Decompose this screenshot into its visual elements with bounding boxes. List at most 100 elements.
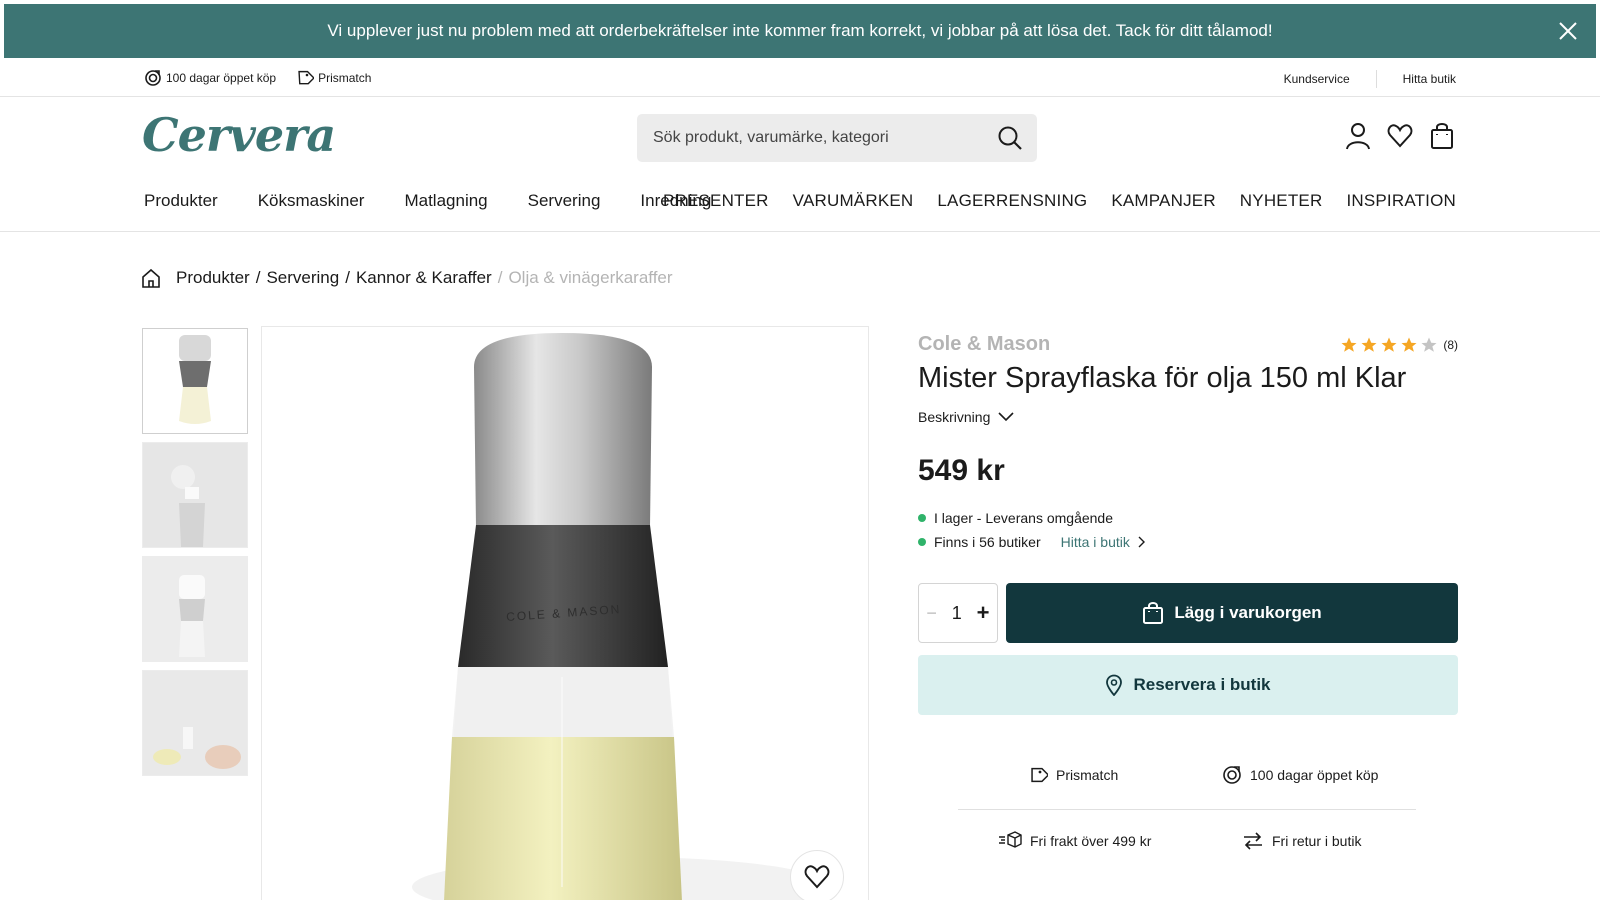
quantity-stepper[interactable]: − 1 + [918,583,998,643]
store-availability: Finns i 56 butiker [934,534,1041,550]
add-to-cart-label: Lägg i varukorgen [1174,603,1322,622]
nav-item-kitchen-machines[interactable]: Köksmaskiner [258,191,365,211]
close-icon[interactable] [1556,19,1580,43]
account-button[interactable] [1345,122,1371,150]
chevron-right-icon [1138,536,1145,548]
nav-item-brands[interactable]: VARUMÄRKEN [793,191,914,211]
search-bar[interactable] [637,114,1037,162]
delivery-box-icon [999,831,1022,848]
nav-item-gifts[interactable]: PRESENTER [663,191,769,211]
usp-free-return-block[interactable]: Fri retur i butik [1242,831,1361,851]
breadcrumb-jugs[interactable]: Kannor & Karaffer [356,268,492,288]
breadcrumb-current: Olja & vinägerkaraffer [508,268,673,287]
usp-open-purchase-block[interactable]: 100 dagar öppet köp [1222,765,1378,785]
breadcrumb-serving[interactable]: Servering [266,268,339,288]
wishlist-button[interactable] [1387,122,1413,150]
product-bottle-image: COLE & MASON [412,333,832,900]
main-product-image[interactable]: COLE & MASON [261,326,869,900]
breadcrumb: Produkter / Servering / Kannor & Karaffe… [142,268,673,288]
description-toggle[interactable]: Beskrivning [918,409,1014,425]
stock-info: I lager - Leverans omgående Finns i 56 b… [918,506,1146,554]
nav-item-serving[interactable]: Servering [528,191,601,211]
stock-status: I lager - Leverans omgående [934,510,1113,526]
search-input[interactable] [653,129,983,147]
usp-price-match[interactable]: Prismatch [294,69,371,87]
reserve-label: Reservera i butik [1133,675,1271,694]
thumbnail-image [143,443,247,547]
breadcrumb-separator: / [497,268,503,287]
swap-arrows-icon [1244,832,1262,850]
shopping-bag-icon [1431,123,1453,149]
find-in-store-link[interactable]: Hitta i butik [1061,530,1146,554]
usp-open-purchase-label: 100 dagar öppet köp [166,71,277,85]
heart-icon [1387,124,1413,148]
star-icon [1401,337,1417,352]
main-navigation: Produkter Köksmaskiner Matlagning Server… [0,186,1600,232]
review-count: (8) [1443,338,1458,352]
chevron-down-icon [998,412,1014,422]
breadcrumb-separator: / [255,268,261,287]
breadcrumb-products[interactable]: Produkter [176,268,250,288]
announcement-banner: Vi upplever just nu problem med att orde… [4,4,1596,58]
usp-free-return-text: Fri retur i butik [1272,833,1362,849]
increase-quantity-button[interactable]: + [977,600,990,626]
utility-bar: 100 dagar öppet köp Prismatch Kundservic… [0,62,1600,97]
store-status-dot [918,538,926,546]
return-icon [1223,766,1241,784]
user-icon [1346,123,1370,150]
nav-item-products[interactable]: Produkter [144,191,218,211]
price-tag-icon [298,70,315,85]
nav-item-clearance[interactable]: LAGERRENSNING [937,191,1087,211]
nav-item-news[interactable]: NYHETER [1240,191,1323,211]
product-price: 549 kr [918,454,1005,487]
nav-item-inspiration[interactable]: INSPIRATION [1346,191,1456,211]
stock-status-dot [918,514,926,522]
banner-message: Vi upplever just nu problem med att orde… [327,21,1273,40]
product-rating[interactable]: (8) [1340,336,1458,354]
find-in-store-label: Hitta i butik [1060,534,1130,550]
return-icon [145,70,161,86]
usp-price-match-text: Prismatch [1056,767,1119,783]
usp-price-match-block[interactable]: Prismatch [1026,765,1118,785]
logo[interactable]: Cervera [142,108,336,162]
product-brand[interactable]: Cole & Mason [918,333,1050,356]
reserve-in-store-button[interactable]: Reservera i butik [918,655,1458,715]
cart-button[interactable] [1429,122,1455,150]
divider [958,809,1416,810]
thumbnail-2[interactable] [142,442,248,548]
thumbnail-image [143,671,247,775]
star-icon [1341,337,1357,352]
quantity-value[interactable]: 1 [952,603,962,624]
divider [1375,70,1377,88]
thumbnail-image [143,557,247,661]
usp-open-purchase-text: 100 dagar öppet köp [1250,767,1379,783]
usp-free-shipping-block[interactable]: Fri frakt över 499 kr [998,831,1151,851]
add-to-wishlist-button[interactable] [790,850,844,900]
decrease-quantity-button[interactable]: − [926,603,937,624]
thumbnail-image [179,335,211,424]
search-icon[interactable] [997,125,1023,151]
thumbnail-3[interactable] [142,556,248,662]
nav-item-campaigns[interactable]: KAMPANJER [1111,191,1215,211]
thumbnail-1[interactable] [142,328,248,434]
location-pin-icon [1106,674,1123,696]
description-label: Beskrivning [918,409,991,425]
usp-free-shipping-text: Fri frakt över 499 kr [1030,833,1152,849]
heart-icon [804,865,830,889]
star-icon [1361,337,1377,352]
thumbnail-4[interactable] [142,670,248,776]
star-icon [1381,337,1397,352]
home-icon[interactable] [142,268,160,288]
shopping-bag-icon [1143,602,1164,624]
nav-item-cooking[interactable]: Matlagning [404,191,487,211]
customer-service-link[interactable]: Kundservice [1284,72,1350,86]
price-tag-icon [1031,767,1048,783]
header-actions [1345,122,1455,150]
add-to-cart-button[interactable]: Lägg i varukorgen [1006,583,1458,643]
usp-price-match-label: Prismatch [318,71,372,85]
product-title: Mister Sprayflaska för olja 150 ml Klar [918,362,1407,394]
breadcrumb-separator: / [345,268,350,287]
usp-open-purchase[interactable]: 100 dagar öppet köp [144,69,276,87]
find-store-link[interactable]: Hitta butik [1403,72,1456,86]
star-empty-icon [1421,337,1437,352]
